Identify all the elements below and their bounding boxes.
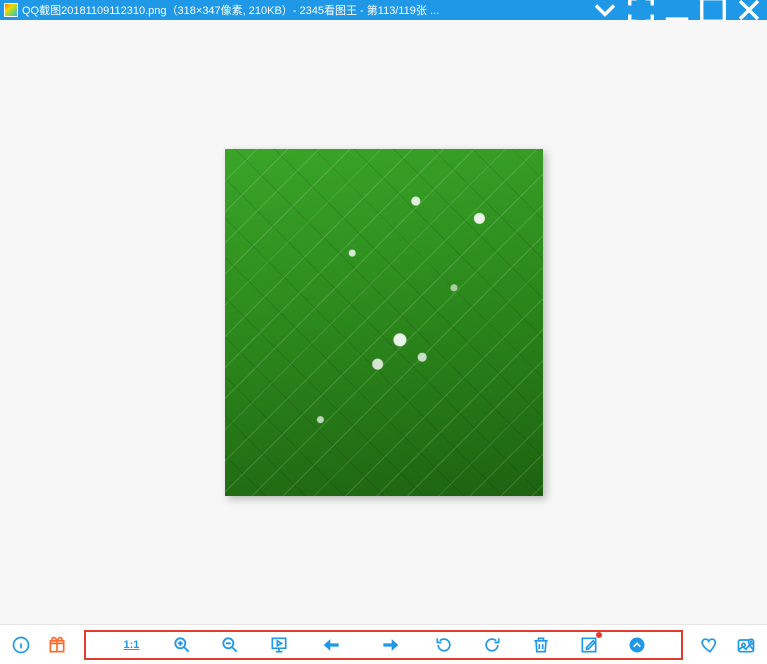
delete-button[interactable] xyxy=(530,634,552,656)
edit-button[interactable] xyxy=(578,634,600,656)
window-title: QQ截图20181109112310.png（318×347像素, 210KB）… xyxy=(22,2,587,18)
actual-size-button[interactable]: 1:1 xyxy=(118,634,144,656)
displayed-image xyxy=(225,149,543,496)
zoom-out-button[interactable] xyxy=(219,634,241,656)
previous-button[interactable] xyxy=(316,634,348,656)
slideshow-button[interactable] xyxy=(268,634,290,656)
next-button[interactable] xyxy=(374,634,406,656)
minimize-button[interactable] xyxy=(659,0,695,20)
fullscreen-button[interactable] xyxy=(623,0,659,20)
zoom-in-button[interactable] xyxy=(171,634,193,656)
app-icon xyxy=(4,3,18,17)
ratio-label: 1:1 xyxy=(123,639,139,651)
window-controls xyxy=(587,0,767,20)
maximize-button[interactable] xyxy=(695,0,731,20)
rotate-right-button[interactable] xyxy=(481,634,503,656)
more-button[interactable] xyxy=(626,634,648,656)
gift-icon[interactable] xyxy=(46,634,68,656)
main-toolbar-group: 1:1 xyxy=(84,630,683,660)
close-button[interactable] xyxy=(731,0,767,20)
titlebar: QQ截图20181109112310.png（318×347像素, 210KB）… xyxy=(0,0,767,20)
info-button[interactable] xyxy=(10,634,32,656)
dropdown-button[interactable] xyxy=(587,0,623,20)
rotate-left-button[interactable] xyxy=(433,634,455,656)
browse-button[interactable] xyxy=(735,634,757,656)
bottom-toolbar: 1:1 xyxy=(0,624,767,664)
favorite-button[interactable] xyxy=(699,634,721,656)
image-viewer-area[interactable] xyxy=(0,20,767,624)
